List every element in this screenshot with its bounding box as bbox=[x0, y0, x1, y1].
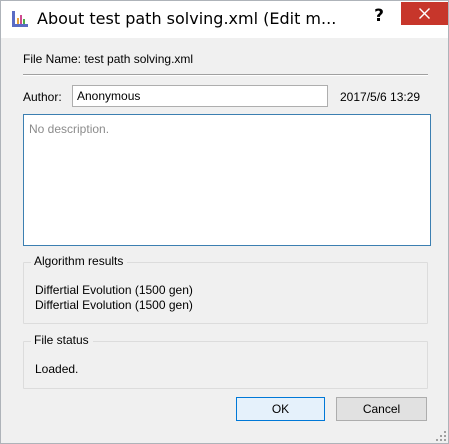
window-title: About test path solving.xml (Edit m... bbox=[37, 9, 337, 28]
algorithm-result-item: Differtial Evolution (1500 gen) bbox=[35, 298, 193, 312]
close-icon bbox=[419, 8, 430, 19]
close-button[interactable] bbox=[401, 2, 448, 25]
description-placeholder: No description. bbox=[29, 122, 110, 136]
description-textarea[interactable]: No description. bbox=[23, 114, 431, 246]
author-label: Author: bbox=[23, 90, 62, 104]
resize-grip-icon[interactable] bbox=[435, 430, 447, 442]
about-dialog: About test path solving.xml (Edit m... ?… bbox=[0, 0, 449, 444]
help-button[interactable]: ? bbox=[359, 1, 399, 31]
modified-date: 2017/5/6 13:29 bbox=[340, 90, 421, 104]
help-icon: ? bbox=[374, 6, 384, 26]
file-status-text: Loaded. bbox=[35, 362, 79, 376]
title-bar[interactable]: About test path solving.xml (Edit m... ? bbox=[1, 1, 448, 38]
file-status-title: File status bbox=[31, 333, 93, 347]
file-status-group: File status Loaded. bbox=[23, 333, 428, 389]
ok-button[interactable]: OK bbox=[236, 397, 325, 421]
algorithm-results-title: Algorithm results bbox=[31, 254, 128, 268]
algorithm-result-item: Differtial Evolution (1500 gen) bbox=[35, 283, 193, 297]
file-name-label: File Name: test path solving.xml bbox=[23, 52, 194, 66]
separator bbox=[23, 74, 428, 76]
author-field[interactable] bbox=[72, 85, 328, 107]
app-icon bbox=[11, 10, 29, 28]
algorithm-results-group: Algorithm results Differtial Evolution (… bbox=[23, 254, 428, 324]
cancel-button[interactable]: Cancel bbox=[336, 397, 427, 421]
